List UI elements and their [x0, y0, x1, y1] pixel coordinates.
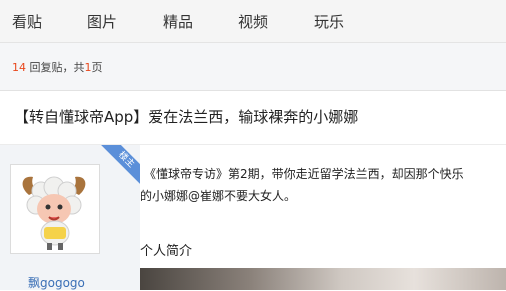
reply-label: 回复贴，共 — [26, 61, 85, 74]
nav-tab-fun[interactable]: 玩乐 — [314, 11, 344, 32]
op-badge-label: 楼主 — [99, 145, 140, 187]
nav-tab-videos[interactable]: 视频 — [238, 11, 268, 32]
nav-tab-featured[interactable]: 精品 — [163, 11, 193, 32]
section-heading: 个人简介 — [140, 244, 193, 259]
reply-count: 14 — [12, 61, 26, 74]
reply-pager: 14 回复贴，共1页 — [0, 43, 506, 91]
page-count: 1 — [84, 61, 92, 74]
body-line: 的小娜娜@崔娜不要大女人。 — [140, 189, 297, 203]
reply-count-text: 14 回复贴，共1页 — [12, 59, 103, 75]
nav-tab-posts[interactable]: 看贴 — [12, 11, 42, 32]
post-body: 《懂球帝专访》第2期，带你走近留学法兰西，却因那个快乐 的小娜娜@崔娜不要大女人… — [140, 163, 506, 207]
author-name[interactable]: 飘gogogo — [28, 274, 85, 291]
nav-tab-pictures[interactable]: 图片 — [87, 11, 117, 32]
page-label: 页 — [91, 61, 103, 74]
post-photo[interactable] — [140, 268, 506, 290]
op-badge: 楼主 — [90, 145, 140, 195]
top-nav: 看贴 图片 精品 视频 玩乐 — [0, 0, 506, 43]
sheep-avatar-icon — [11, 165, 99, 253]
post-title: 【转自懂球帝App】爱在法兰西，输球裸奔的小娜娜 — [14, 108, 359, 126]
body-line: 《懂球帝专访》第2期，带你走近留学法兰西，却因那个快乐 — [144, 167, 464, 181]
avatar[interactable] — [10, 164, 100, 254]
